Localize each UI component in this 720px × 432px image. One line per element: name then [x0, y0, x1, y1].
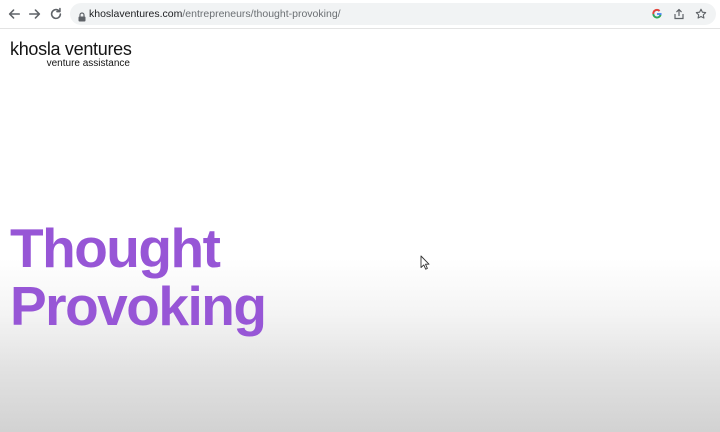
- lock-icon[interactable]: [77, 9, 87, 22]
- logo-tagline: venture assistance: [46, 58, 130, 69]
- url-host: khoslaventures.com: [89, 8, 183, 20]
- logo-wordmark: khosla ventures: [10, 39, 132, 59]
- reload-icon[interactable]: [46, 4, 66, 24]
- browser-toolbar: khoslaventures.com/entrepreneurs/thought…: [0, 0, 720, 29]
- url-text[interactable]: khoslaventures.com/entrepreneurs/thought…: [89, 7, 341, 21]
- back-arrow-icon[interactable]: [4, 4, 24, 24]
- mouse-pointer-icon: [420, 255, 430, 270]
- url-path: /entrepreneurs/thought-provoking/: [182, 8, 341, 20]
- google-icon[interactable]: [649, 6, 665, 22]
- share-icon[interactable]: [671, 6, 687, 22]
- site-logo[interactable]: khosla ventures venture assistance: [10, 40, 135, 70]
- star-icon[interactable]: [693, 6, 709, 22]
- page-title-line-2: Provoking: [10, 275, 267, 337]
- address-bar[interactable]: khoslaventures.com/entrepreneurs/thought…: [70, 3, 716, 25]
- page-content: khosla ventures venture assistance Thoug…: [0, 29, 720, 432]
- page-title-line-1: Thought: [10, 217, 221, 279]
- forward-arrow-icon[interactable]: [25, 4, 45, 24]
- page-title: Thought Provoking: [10, 217, 267, 337]
